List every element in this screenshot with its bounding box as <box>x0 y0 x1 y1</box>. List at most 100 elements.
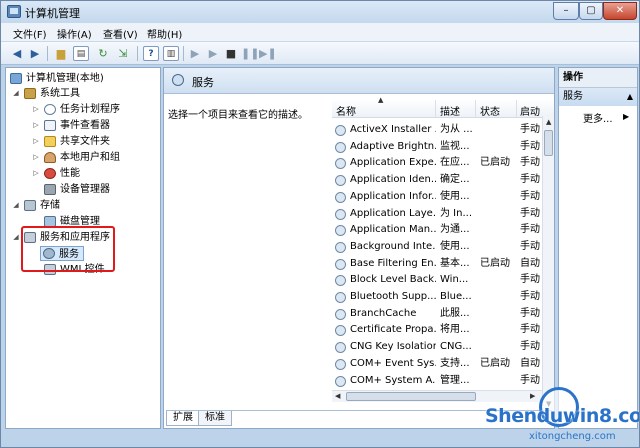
table-row[interactable]: Certificate Propa... 将用... 手动 <box>332 322 554 339</box>
menu-file[interactable]: 文件(F) <box>13 26 47 41</box>
table-row[interactable]: Application Expe... 在应... 已启动 手动 <box>332 155 554 172</box>
folder-up-icon[interactable]: ▆ <box>53 46 69 61</box>
service-description: Win... <box>440 274 469 286</box>
table-row[interactable]: COM+ Event Sys... 支持... 已启动 自动 <box>332 356 554 373</box>
service-description: 确定... <box>440 174 470 186</box>
column-startup-type[interactable]: 启动 <box>520 103 540 118</box>
collapse-arrow-icon[interactable]: ◢ <box>12 230 20 245</box>
service-name: ActiveX Installer ... <box>350 124 436 135</box>
service-name: Application Man... <box>350 224 436 236</box>
tab-standard[interactable]: 标准 <box>198 411 232 426</box>
table-row[interactable]: BranchCache 此服... 手动 <box>332 306 554 323</box>
table-row[interactable]: Bluetooth Supp... Blue... 手动 <box>332 289 554 306</box>
table-row[interactable]: Background Inte... 使用... 手动 <box>332 239 554 256</box>
actions-title: 操作 <box>559 68 637 88</box>
service-name: Application Iden... <box>350 174 436 186</box>
vertical-scrollbar[interactable]: ▲ ▼ <box>542 116 554 412</box>
services-panel: 服务 选择一个项目来查看它的描述。 ▲ 名称 描述 状态 启动 ActiveX … <box>163 67 555 429</box>
service-description: 管理... <box>440 374 470 386</box>
collapse-arrow-icon[interactable]: ◢ <box>12 86 20 101</box>
show-hide-tree-icon[interactable]: ▤ <box>73 46 89 61</box>
service-name: Application Infor... <box>350 190 436 202</box>
forward-arrow-icon[interactable]: ▶ <box>27 46 43 61</box>
table-row[interactable]: Block Level Back... Win... 手动 <box>332 272 554 289</box>
more-actions-link[interactable]: 更多... <box>583 110 613 125</box>
title-bar[interactable]: 计算机管理 – ▢ ✕ <box>1 1 639 23</box>
table-row[interactable]: Application Man... 为通... 手动 <box>332 222 554 239</box>
scroll-up-icon[interactable]: ▲ <box>546 118 551 126</box>
expand-arrow-icon[interactable]: ▷ <box>32 166 40 181</box>
services-list: ▲ 名称 描述 状态 启动 ActiveX Installer ... 为从 ..… <box>332 96 554 412</box>
watermark: Shenduwin8.com xitongcheng.com <box>485 381 639 447</box>
sort-up-icon: ▲ <box>378 96 384 104</box>
expand-arrow-icon[interactable]: ▷ <box>32 150 40 165</box>
table-row[interactable]: CNG Key Isolation CNG... 手动 <box>332 339 554 356</box>
service-gear-icon <box>335 375 346 387</box>
table-row[interactable]: Application Iden... 确定... 手动 <box>332 172 554 189</box>
menu-view[interactable]: 查看(V) <box>103 26 138 41</box>
service-description: 为 In... <box>440 207 473 219</box>
service-description: 使用... <box>440 190 470 202</box>
service-description: CNG... <box>440 341 472 353</box>
column-description[interactable]: 描述 <box>440 103 460 118</box>
expand-arrow-icon[interactable]: ▷ <box>32 118 40 133</box>
actions-section-services[interactable]: 服务 ▲ <box>559 88 637 106</box>
service-gear-icon <box>335 342 346 354</box>
start-alt-icon[interactable]: ▶ <box>205 46 221 61</box>
more-arrow-icon[interactable]: ▶ <box>623 112 629 121</box>
collapse-arrow-icon[interactable]: ◢ <box>12 198 20 213</box>
performance-icon <box>44 168 56 179</box>
help-icon[interactable]: ? <box>143 46 159 61</box>
service-gear-icon <box>335 258 346 270</box>
table-row[interactable]: Application Infor... 使用... 手动 <box>332 189 554 206</box>
service-name: COM+ System A... <box>350 374 436 386</box>
back-arrow-icon[interactable]: ◀ <box>9 46 25 61</box>
table-row[interactable]: ActiveX Installer ... 为从 ... 手动 <box>332 122 554 139</box>
table-row[interactable]: Base Filtering En... 基本... 已启动 自动 <box>332 256 554 273</box>
collapse-up-icon[interactable]: ▲ <box>627 88 633 106</box>
scroll-left-icon[interactable]: ◀ <box>335 392 340 400</box>
service-gear-icon <box>335 125 346 136</box>
menu-bar: 文件(F) 操作(A) 查看(V) 帮助(H) <box>1 23 639 42</box>
service-gear-icon <box>335 241 346 253</box>
service-name: CNG Key Isolation <box>350 341 436 353</box>
stop-icon[interactable]: ■ <box>223 46 239 61</box>
watermark-brand: Shenduwin8.com <box>485 405 639 427</box>
close-button[interactable]: ✕ <box>603 2 637 20</box>
computer-icon <box>10 73 22 84</box>
menu-help[interactable]: 帮助(H) <box>147 26 182 41</box>
menu-action[interactable]: 操作(A) <box>57 26 92 41</box>
description-text: 选择一个项目来查看它的描述。 <box>168 110 308 121</box>
expand-arrow-icon[interactable]: ▷ <box>32 102 40 117</box>
table-row[interactable]: Application Laye... 为 In... 手动 <box>332 206 554 223</box>
horizontal-scroll-thumb[interactable] <box>346 392 476 401</box>
table-row[interactable]: Adaptive Brightn... 监视... 手动 <box>332 139 554 156</box>
column-status[interactable]: 状态 <box>480 103 500 118</box>
service-name: BranchCache <box>350 307 417 319</box>
storage-icon <box>24 200 36 211</box>
watermark-domain: xitongcheng.com <box>529 431 616 442</box>
service-name: Application Expe... <box>350 157 436 169</box>
service-description: 基本... <box>440 257 470 269</box>
export-list-icon[interactable]: ⇲ <box>115 46 131 61</box>
vertical-scroll-thumb[interactable] <box>544 130 553 156</box>
properties-icon[interactable]: ▥ <box>163 46 179 61</box>
column-name[interactable]: 名称 <box>336 103 356 118</box>
window-title: 计算机管理 <box>25 7 80 20</box>
tab-extended[interactable]: 扩展 <box>166 411 200 426</box>
service-description: 此服... <box>440 307 470 319</box>
services-header: 服务 <box>164 68 554 94</box>
restart-icon[interactable]: ▶❚ <box>259 46 277 61</box>
expand-arrow-icon[interactable]: ▷ <box>32 134 40 149</box>
maximize-button[interactable]: ▢ <box>579 2 603 20</box>
pause-icon[interactable]: ❚❚ <box>241 46 259 61</box>
service-name: Block Level Back... <box>350 274 436 286</box>
start-icon[interactable]: ▶ <box>187 46 203 61</box>
service-gear-icon <box>335 225 346 237</box>
service-name: Background Inte... <box>350 240 436 252</box>
computer-management-window: 计算机管理 – ▢ ✕ 文件(F) 操作(A) 查看(V) 帮助(H) ◀ ▶ … <box>0 0 640 448</box>
minimize-button[interactable]: – <box>553 2 579 20</box>
service-gear-icon <box>335 358 346 370</box>
refresh-icon[interactable]: ↻ <box>95 46 111 61</box>
device-manager-icon <box>44 184 56 195</box>
